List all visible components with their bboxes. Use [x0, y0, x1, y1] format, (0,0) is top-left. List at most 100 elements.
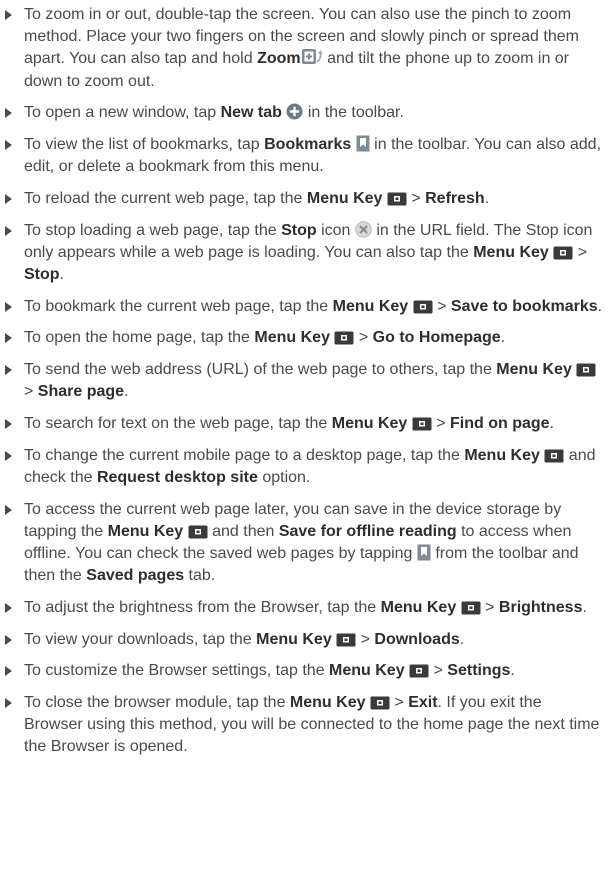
tip-text: .: [459, 630, 465, 648]
bookmark-icon: [356, 135, 370, 152]
tip-text: To customize the Browser settings, tap t…: [24, 662, 330, 680]
tip-text: To send the web address (URL) of the web…: [24, 361, 497, 379]
menu-key-icon: [370, 696, 390, 710]
bold-term: Stop: [281, 221, 317, 239]
bold-term: Settings: [447, 662, 511, 680]
tip-text: To bookmark the current web page, tap th…: [24, 297, 333, 315]
menu-key-icon: [334, 331, 354, 345]
tip-text: .: [510, 662, 515, 680]
tip-save-bookmark: To bookmark the current web page, tap th…: [0, 296, 604, 318]
bold-term: Bookmarks: [264, 136, 352, 154]
bullet-arrow-icon: [5, 365, 12, 376]
menu-key-icon: [412, 417, 432, 431]
tip-downloads: To view your downloads, tap the Menu Key…: [0, 629, 604, 651]
bold-term: Downloads: [374, 630, 460, 648]
tip-text: To open a new window, tap: [24, 104, 221, 122]
tip-text: .: [484, 189, 490, 207]
tip-text: To close the browser module, tap the: [24, 694, 290, 712]
tip-refresh: To reload the current web page, tap the …: [0, 188, 604, 210]
stop-x-icon: [355, 220, 372, 238]
bold-term: Save to bookmarks: [450, 297, 598, 315]
menu-key-icon: [409, 664, 429, 678]
bold-term: Menu Key: [306, 189, 383, 207]
tip-desktop-site: To change the current mobile page to a d…: [0, 445, 604, 489]
bullet-arrow-icon: [5, 602, 12, 613]
menu-key-icon: [413, 300, 433, 314]
tip-text: .: [597, 297, 603, 315]
bullet-arrow-icon: [5, 450, 12, 461]
bullet-arrow-icon: [5, 10, 12, 20]
zoom-tilt-icon: [301, 48, 323, 66]
tip-text: in the toolbar.: [303, 104, 404, 122]
bookmark-icon: [417, 544, 431, 561]
tip-offline: To access the current web page later, yo…: [0, 499, 604, 588]
bullet-arrow-icon: [5, 193, 12, 204]
bullet-arrow-icon: [5, 698, 12, 709]
bullet-arrow-icon: [5, 108, 12, 119]
tip-text: >: [406, 189, 426, 207]
tip-text: >: [24, 383, 38, 401]
menu-key-icon: [188, 525, 208, 539]
bold-term: Request desktop site: [96, 468, 258, 486]
tip-find: To search for text on the web page, tap …: [0, 413, 604, 435]
tip-text: >: [389, 694, 409, 712]
tip-text: To adjust the brightness from the Browse…: [24, 598, 381, 616]
tip-text: To reload the current web page, tap the: [24, 189, 307, 207]
tip-text: >: [429, 662, 448, 680]
tip-stop: To stop loading a web page, tap the Stop…: [0, 220, 604, 287]
tip-bookmarks: To view the list of bookmarks, tap Bookm…: [0, 134, 604, 178]
bold-term: New tab: [220, 104, 282, 122]
tip-text: To open the home page, tap the: [24, 329, 255, 347]
bullet-arrow-icon: [5, 333, 12, 344]
tip-zoom: To zoom in or out, double-tap the screen…: [0, 4, 604, 93]
bold-term: Brightness: [498, 598, 583, 616]
bold-term: Refresh: [425, 189, 485, 207]
bullet-arrow-icon: [5, 140, 12, 151]
tip-text: .: [124, 383, 129, 401]
tip-text: and then: [207, 522, 279, 540]
tip-text: To search for text on the web page, tap …: [24, 415, 332, 433]
tip-text: >: [431, 415, 451, 433]
manual-page: To zoom in or out, double-tap the screen…: [0, 0, 612, 880]
tip-text: >: [480, 598, 499, 616]
tip-text: To view your downloads, tap the: [24, 630, 257, 648]
bullet-arrow-icon: [5, 666, 12, 677]
tip-text: >: [432, 297, 451, 315]
tip-text: .: [59, 266, 64, 284]
bold-term: Menu Key: [329, 662, 405, 680]
bullet-arrow-icon: [5, 225, 12, 236]
bold-term: Menu Key: [107, 522, 184, 540]
tip-text: To change the current mobile page to a d…: [24, 446, 465, 464]
bold-term: Menu Key: [331, 415, 408, 433]
tip-text: .: [582, 598, 587, 616]
tip-text: >: [573, 243, 588, 261]
tip-text: icon: [316, 221, 355, 239]
tip-homepage: To open the home page, tap the Menu Key …: [0, 327, 604, 349]
bold-term: Menu Key: [380, 598, 457, 616]
bold-term: Share page: [37, 383, 125, 401]
new-tab-plus-icon: [286, 103, 303, 120]
tip-new-tab: To open a new window, tap New tab in the…: [0, 102, 604, 124]
browser-tips-list: To zoom in or out, double-tap the screen…: [0, 0, 612, 759]
tip-settings: To customize the Browser settings, tap t…: [0, 660, 604, 682]
menu-key-icon: [576, 363, 596, 377]
tip-text: To stop loading a web page, tap the: [24, 221, 282, 239]
bold-term: Find on page: [450, 415, 550, 433]
bold-term: Stop: [24, 266, 60, 284]
bullet-arrow-icon: [5, 301, 12, 312]
tip-text: To view the list of bookmarks, tap: [24, 136, 265, 154]
menu-key-icon: [553, 246, 573, 260]
bold-term: Menu Key: [473, 243, 549, 261]
menu-key-icon: [336, 633, 356, 647]
bold-term: Menu Key: [254, 329, 330, 347]
bold-term: Menu Key: [496, 361, 572, 379]
bold-term: Go to Homepage: [372, 329, 501, 347]
bold-term: Zoom: [257, 50, 301, 68]
tip-brightness: To adjust the brightness from the Browse…: [0, 597, 604, 619]
tip-text: tab.: [184, 567, 216, 585]
bold-term: Exit: [408, 694, 438, 712]
tip-text: option.: [257, 468, 311, 486]
menu-key-icon: [387, 192, 407, 206]
bullet-arrow-icon: [5, 504, 12, 515]
bold-term: Menu Key: [289, 694, 366, 712]
